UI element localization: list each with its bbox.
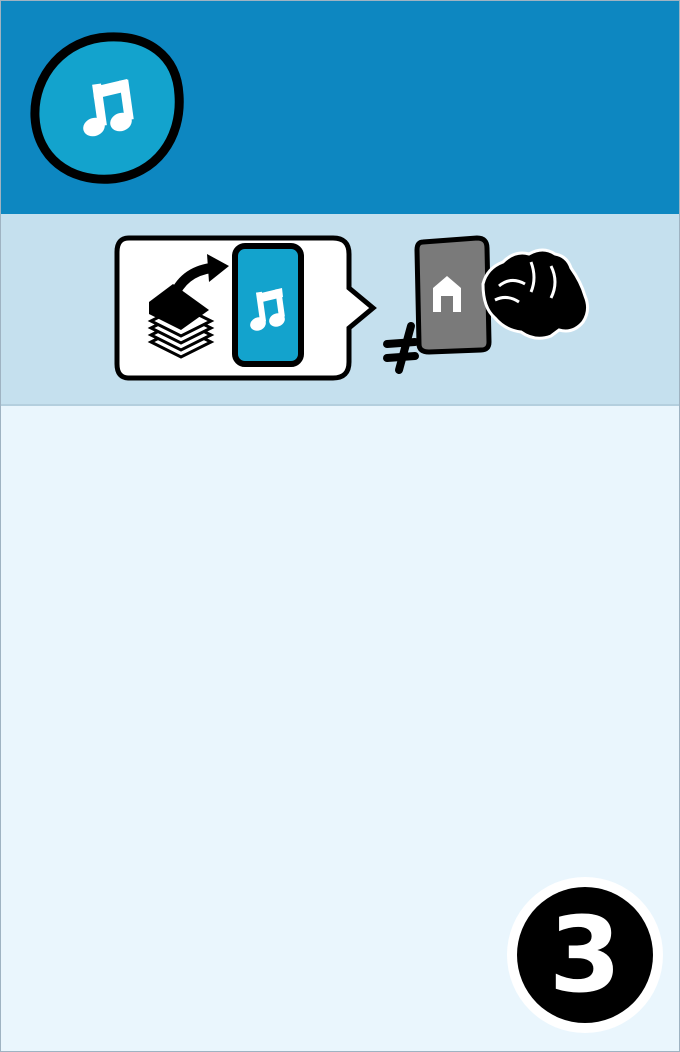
- category-badge-blob: [30, 32, 184, 184]
- game-card: 3: [0, 0, 680, 1052]
- not-equal-icon: [383, 322, 419, 374]
- card-number: 3: [517, 887, 653, 1023]
- grabbing-hand-icon: [481, 248, 590, 340]
- card-header: [1, 1, 679, 214]
- music-card-icon: [232, 243, 304, 367]
- rule-graphic: [114, 235, 590, 381]
- category-badge: [30, 32, 184, 184]
- card-number-badge: 3: [507, 877, 663, 1033]
- home-card-icon: [414, 235, 492, 355]
- rule-band: [1, 214, 679, 406]
